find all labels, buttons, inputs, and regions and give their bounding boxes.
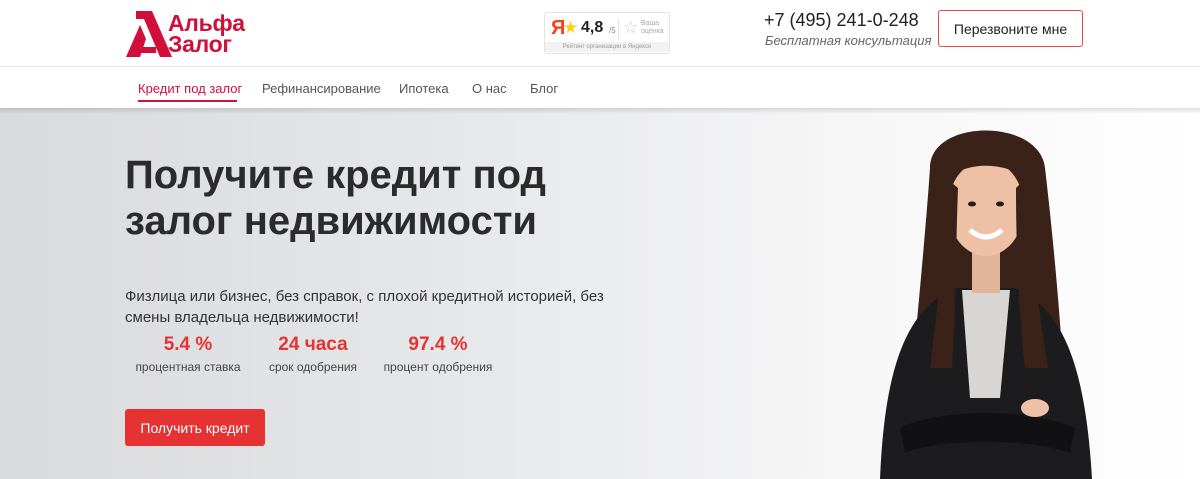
star-outline-icon[interactable]: ☆ — [623, 18, 638, 38]
nav-item-credit[interactable]: Кредит под залог — [138, 81, 242, 96]
hero-title-line-1: Получите кредит под — [125, 153, 546, 197]
stat-approval-time-label: срок одобрения — [268, 360, 358, 374]
site-header: Альфа Залог Я ★ 4,8 /5 ☆ Ваша оценка Рей… — [0, 0, 1200, 67]
stat-approval-rate-label: процент одобрения — [383, 360, 493, 374]
nav-active-indicator — [138, 100, 237, 102]
hero-subtitle: Физлица или бизнес, без справок, с плохо… — [125, 288, 604, 326]
rating-divider — [618, 19, 619, 41]
logo-text: Альфа Залог — [168, 12, 245, 57]
rating-outof: /5 — [609, 26, 616, 35]
callback-button[interactable]: Перезвоните мне — [938, 10, 1083, 47]
logo[interactable]: Альфа Залог — [122, 8, 272, 60]
stat-approval-rate-value: 97.4 % — [408, 334, 468, 355]
nav-item-mortgage[interactable]: Ипотека — [399, 81, 449, 96]
your-rating-label[interactable]: Ваша оценка — [641, 20, 669, 36]
rating-caption: Рейтинг организации в Яндексе — [545, 42, 669, 52]
nav-item-blog[interactable]: Блог — [530, 81, 558, 96]
nav-item-about[interactable]: О нас — [472, 81, 507, 96]
star-filled-icon: ★ — [563, 18, 579, 37]
yandex-rating-widget[interactable]: Я ★ 4,8 /5 ☆ Ваша оценка Рейтинг организ… — [544, 12, 670, 54]
rating-score: 4,8 — [581, 19, 604, 36]
consultation-note: Бесплатная консультация — [765, 33, 932, 48]
stat-rate-value: 5.4 % — [163, 334, 213, 355]
main-nav: Кредит под залог Рефинансирование Ипотек… — [0, 67, 1200, 108]
hero-title: Получите кредит под залог недвижимости — [125, 152, 685, 244]
nav-item-refinancing[interactable]: Рефинансирование — [262, 81, 381, 96]
stat-rate-label: процентная ставка — [135, 360, 241, 374]
consultant-photo — [880, 130, 1092, 479]
get-credit-button[interactable]: Получить кредит — [125, 409, 265, 446]
phone-number[interactable]: +7 (495) 241-0-248 — [764, 10, 919, 31]
logo-line-2: Залог — [168, 31, 232, 57]
stat-approval-rate: 97.4 % процент одобрения — [378, 334, 498, 374]
stat-approval-time-value: 24 часа — [278, 334, 348, 355]
stat-approval-time: 24 часа срок одобрения — [263, 334, 363, 374]
hero-title-line-2: залог недвижимости — [125, 199, 538, 243]
stat-rate: 5.4 % процентная ставка — [133, 334, 243, 374]
